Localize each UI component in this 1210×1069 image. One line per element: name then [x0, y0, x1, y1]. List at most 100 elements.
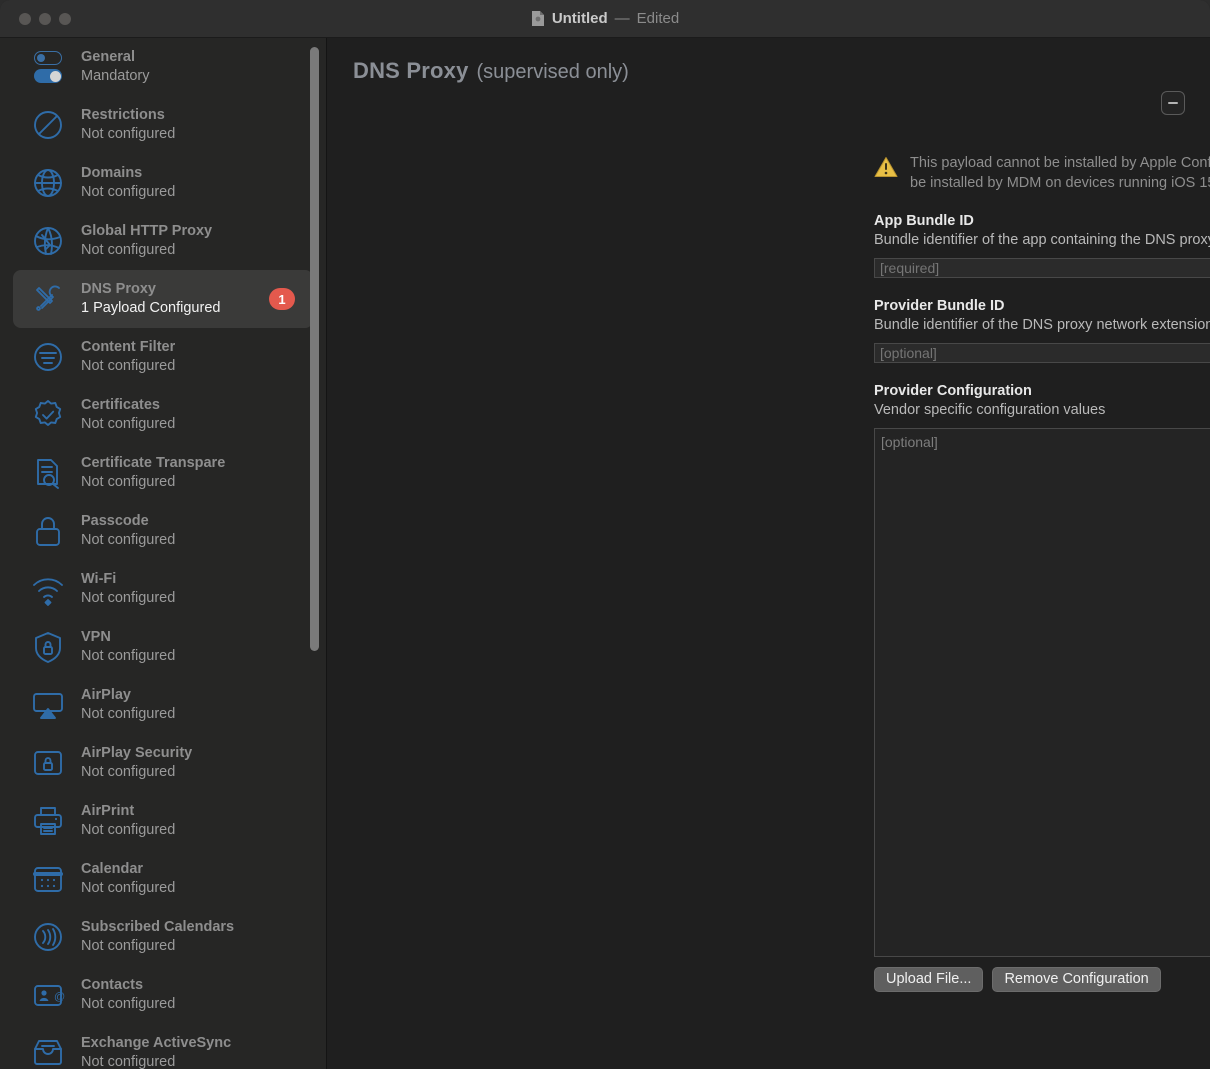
sidebar-item-exchange-activesync[interactable]: Exchange ActiveSync Not configured: [13, 1024, 313, 1069]
app-bundle-id-label: App Bundle ID: [874, 213, 974, 229]
detail-pane: DNS Proxy (supervised only) This payload: [327, 38, 1210, 1069]
sidebar-item-domains[interactable]: Domains Not configured: [13, 154, 313, 212]
page-title: DNS Proxy: [353, 58, 469, 83]
sidebar-item-label: Subscribed Calendars: [81, 919, 235, 935]
sidebar-item-label: DNS Proxy: [81, 281, 156, 297]
sidebar-item-label: Wi-Fi: [81, 571, 117, 587]
sidebar-item-dns-proxy[interactable]: DNS Proxy 1 Payload Configured 1: [13, 270, 313, 328]
sidebar-item-label: Passcode: [81, 513, 149, 529]
globe-icon: [29, 164, 67, 202]
sidebar-item-general[interactable]: General Mandatory: [13, 38, 313, 96]
sidebar-item-status: Not configured: [81, 648, 176, 664]
sidebar-item-status: 1 Payload Configured: [81, 300, 221, 316]
sidebar-item-status: Not configured: [81, 590, 176, 606]
sidebar-item-text: AirPlay Security Not configured: [81, 744, 192, 782]
sidebar-item-text: Subscribed Calendars Not configured: [81, 918, 234, 956]
window-title-separator: —: [614, 10, 630, 27]
globe-proxy-icon: [29, 222, 67, 260]
app-bundle-id-description: Bundle identifier of the app containing …: [874, 232, 1210, 248]
calendar-icon: [29, 860, 67, 898]
sidebar-item-status: Not configured: [81, 822, 176, 838]
sidebar-item-airplay-security[interactable]: AirPlay Security Not configured: [13, 734, 313, 792]
sidebar-item-restrictions[interactable]: Restrictions Not configured: [13, 96, 313, 154]
traffic-lights: [0, 12, 71, 25]
provider-configuration-description: Vendor specific configuration values: [874, 402, 1106, 418]
sidebar-scrollbar[interactable]: [310, 47, 319, 651]
sidebar-item-status: Mandatory: [81, 68, 150, 84]
upload-file-button[interactable]: Upload File...: [874, 967, 984, 992]
sidebar-item-text: AirPlay Not configured: [81, 686, 175, 724]
certificate-transparency-icon: [29, 454, 67, 492]
sidebar-item-status: Not configured: [81, 1054, 176, 1069]
remove-configuration-button[interactable]: Remove Configuration: [992, 967, 1161, 992]
sidebar-item-text: Calendar Not configured: [81, 860, 175, 898]
sidebar-item-text: AirPrint Not configured: [81, 802, 175, 840]
window-edited-state: Edited: [636, 10, 680, 27]
sidebar-item-status: Not configured: [81, 706, 176, 722]
sidebar-item-label: AirPlay: [81, 687, 131, 703]
window-body: General Mandatory Restrictions Not configur…: [0, 38, 1210, 1069]
sidebar-item-label: Certificate Transpare: [81, 455, 226, 471]
contacts-card-icon: @: [29, 976, 67, 1014]
zoom-button[interactable]: [59, 12, 71, 25]
sidebar-item-airplay[interactable]: AirPlay Not configured: [13, 676, 313, 734]
sidebar-item-label: Contacts: [81, 977, 144, 993]
airplay-security-icon: [29, 744, 67, 782]
status-badge: 1: [269, 288, 295, 310]
sidebar-item-status: Not configured: [81, 242, 176, 258]
provider-bundle-id-row: [874, 335, 1210, 363]
sidebar-item-text: DNS Proxy 1 Payload Configured: [81, 280, 220, 318]
warning-triangle-icon: [874, 156, 898, 183]
provider-bundle-id-input[interactable]: [874, 343, 1210, 363]
sidebar-item-text: Passcode Not configured: [81, 512, 175, 550]
sidebar-item-text: Certificates Not configured: [81, 396, 175, 434]
sidebar-item-status: Not configured: [81, 126, 176, 142]
sidebar-item-content-filter[interactable]: Content Filter Not configured: [13, 328, 313, 386]
tools-icon: [29, 280, 67, 318]
collapse-button[interactable]: [1161, 91, 1185, 115]
close-button[interactable]: [19, 12, 31, 25]
toggles-icon: [29, 48, 67, 86]
sidebar-item-status: Not configured: [81, 532, 176, 548]
sidebar-item-airprint[interactable]: AirPrint Not configured: [13, 792, 313, 850]
sidebar-item-text: Wi-Fi Not configured: [81, 570, 175, 608]
sidebar-item-text: Global HTTP Proxy Not configured: [81, 222, 212, 260]
app-window: Untitled — Edited General Mandatory Restri…: [0, 0, 1210, 1069]
sidebar-item-label: AirPrint: [81, 803, 135, 819]
sidebar-item-status: Not configured: [81, 474, 176, 490]
warning-banner: This payload cannot be installed by Appl…: [874, 153, 1210, 193]
airplay-icon: [29, 686, 67, 724]
minimize-button[interactable]: [39, 12, 51, 25]
sidebar-item-global-http-proxy[interactable]: Global HTTP Proxy Not configured: [13, 212, 313, 270]
minus-icon: [1168, 102, 1178, 104]
provider-configuration-label: Provider Configuration: [874, 383, 1032, 399]
sidebar-item-subscribed-calendars[interactable]: Subscribed Calendars Not configured: [13, 908, 313, 966]
shield-lock-icon: [29, 628, 67, 666]
provider-configuration-row: [optional]: [874, 428, 1210, 957]
action-buttons: Upload File... Remove Configuration: [874, 967, 1210, 992]
content-filter-icon: [29, 338, 67, 376]
sidebar-item-status: Not configured: [81, 184, 176, 200]
provider-bundle-id-label: Provider Bundle ID: [874, 298, 1005, 314]
sidebar-item-certificates[interactable]: Certificates Not configured: [13, 386, 313, 444]
sidebar-item-status: Not configured: [81, 764, 176, 780]
subscribed-calendars-icon: [29, 918, 67, 956]
sidebar-item-wi-fi[interactable]: Wi-Fi Not configured: [13, 560, 313, 618]
provider-configuration-placeholder[interactable]: [optional]: [875, 429, 1210, 956]
sidebar-item-label: Domains: [81, 165, 143, 181]
sidebar-item-status: Not configured: [81, 996, 176, 1012]
sidebar-item-text: Content Filter Not configured: [81, 338, 175, 376]
payload-sidebar: General Mandatory Restrictions Not configur…: [0, 38, 327, 1069]
svg-text:@: @: [54, 991, 65, 1003]
sidebar-item-label: Content Filter: [81, 339, 176, 355]
sidebar-item-label: AirPlay Security: [81, 745, 193, 761]
sidebar-item-vpn[interactable]: VPN Not configured: [13, 618, 313, 676]
sidebar-item-certificate-transpare[interactable]: Certificate Transpare Not configured: [13, 444, 313, 502]
sidebar-item-calendar[interactable]: Calendar Not configured: [13, 850, 313, 908]
sidebar-item-passcode[interactable]: Passcode Not configured: [13, 502, 313, 560]
sidebar-item-text: General Mandatory: [81, 48, 150, 86]
dns-proxy-form: This payload cannot be installed by Appl…: [874, 153, 1210, 992]
sidebar-item-contacts[interactable]: @ Contacts Not configured: [13, 966, 313, 1024]
app-bundle-id-input[interactable]: [874, 258, 1210, 278]
sidebar-item-label: VPN: [81, 629, 111, 645]
